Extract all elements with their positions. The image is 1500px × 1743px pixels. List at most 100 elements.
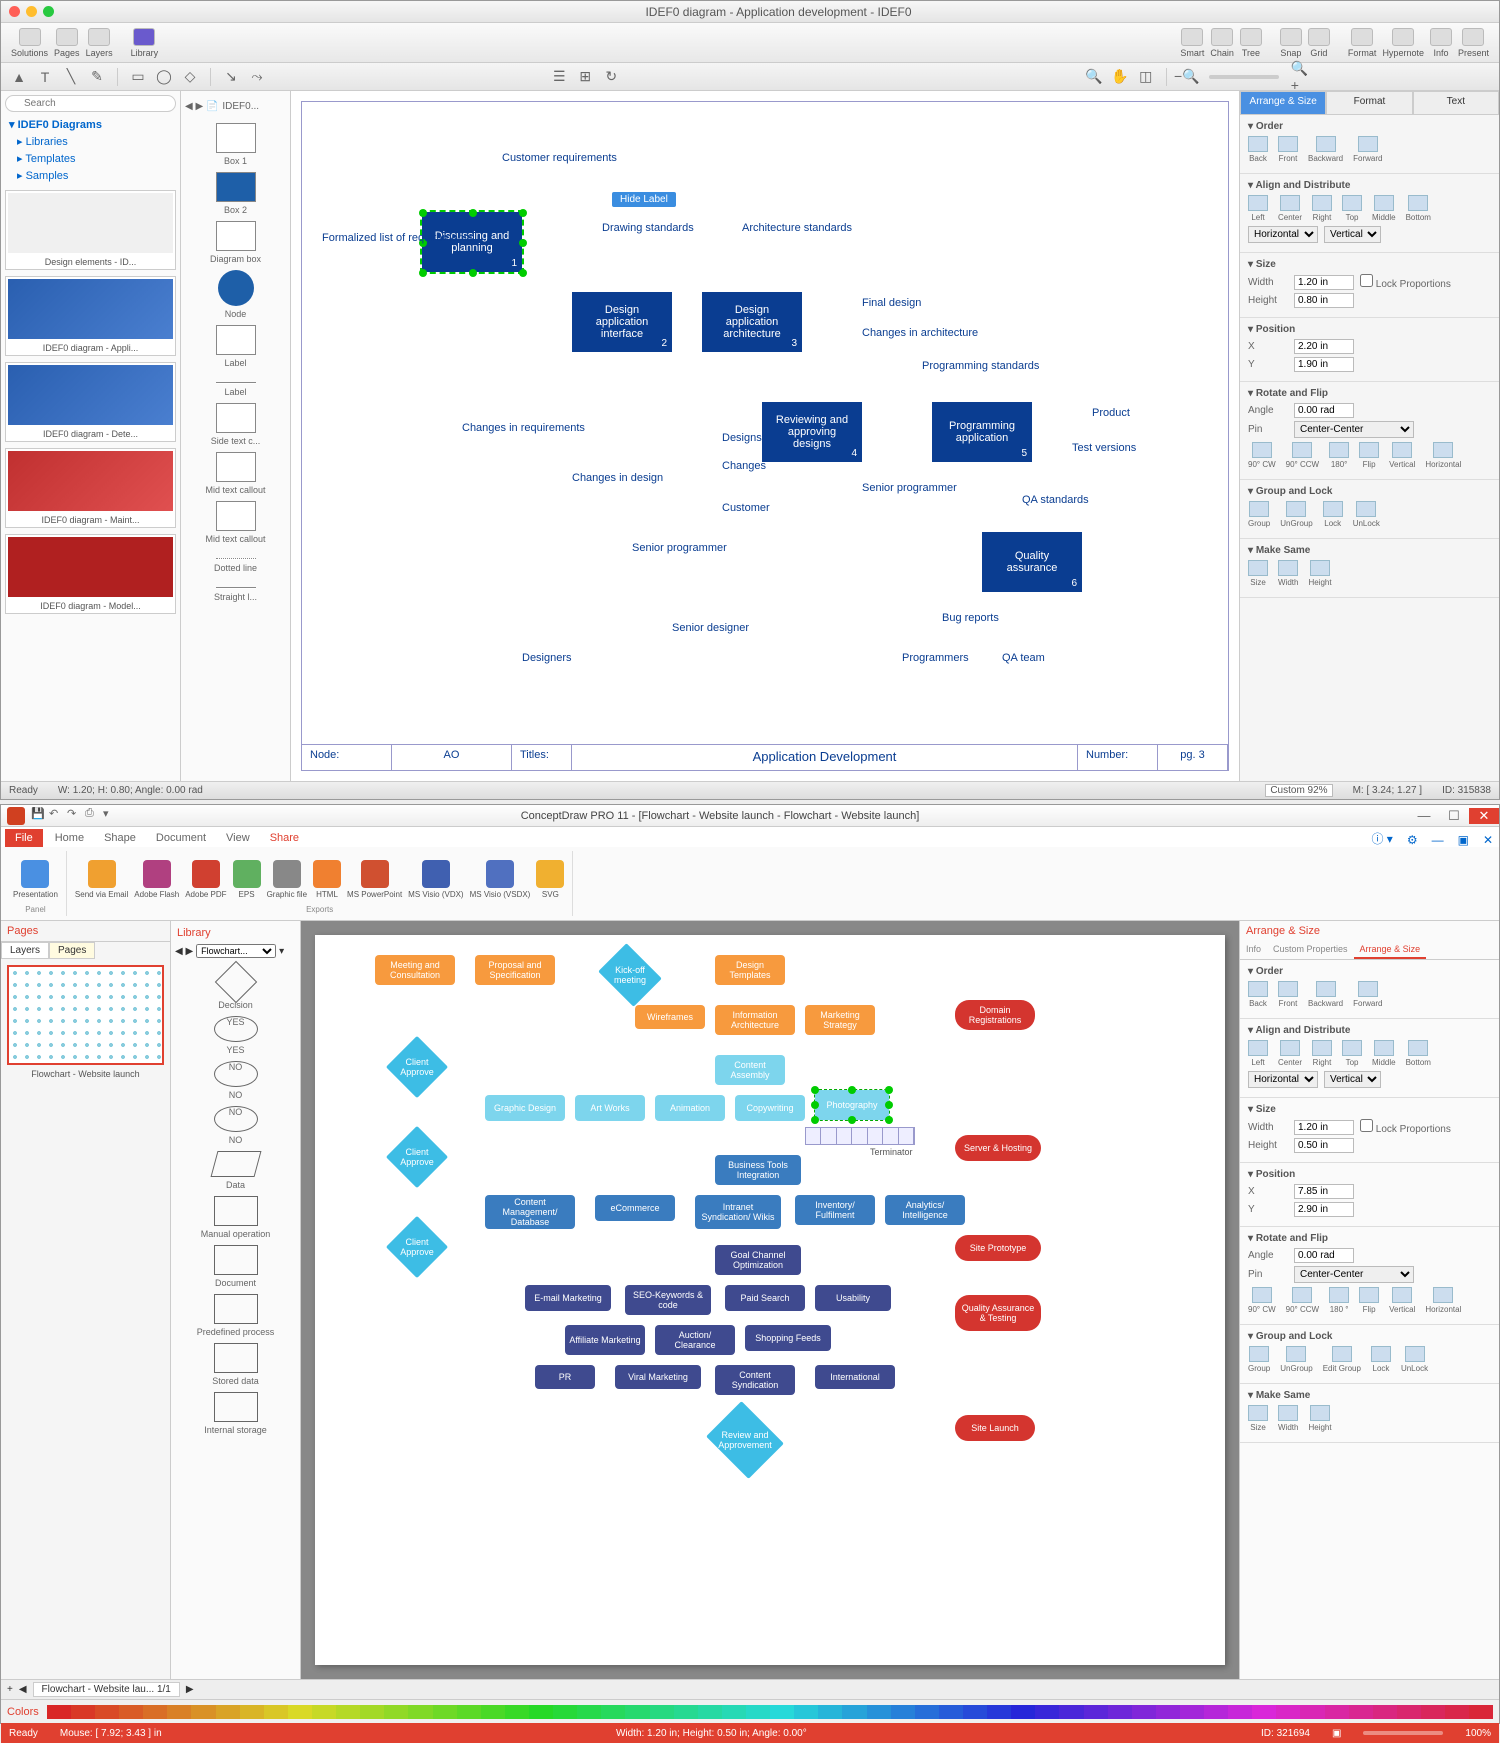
color-swatch[interactable]	[288, 1705, 312, 1719]
color-swatch[interactable]	[47, 1705, 71, 1719]
cmd-left[interactable]: Left	[1248, 195, 1268, 222]
settings-icon[interactable]: ⚙	[1401, 833, 1424, 847]
cmd-back[interactable]: Back	[1248, 136, 1268, 163]
shape-item[interactable]: Box 1	[185, 123, 286, 166]
redo-icon[interactable]: ↷	[67, 807, 81, 821]
color-swatch[interactable]	[264, 1705, 288, 1719]
color-swatch[interactable]	[1300, 1705, 1324, 1719]
page-tab[interactable]: Flowchart - Website lau... 1/1	[33, 1682, 180, 1697]
cmd-size[interactable]: Size	[1248, 560, 1268, 587]
toolbar-hypernote[interactable]: Hypernote	[1382, 28, 1424, 58]
ribbon-ms-visio-vsdx-[interactable]: MS Visio (VSDX)	[470, 860, 531, 899]
cmd-forward[interactable]: Forward	[1353, 136, 1382, 163]
color-swatch[interactable]	[939, 1705, 963, 1719]
cmd--[interactable]: 180 °	[1329, 1287, 1349, 1314]
template-thumb[interactable]: IDEF0 diagram - Model...	[5, 534, 176, 614]
color-swatch[interactable]	[746, 1705, 770, 1719]
height-input[interactable]	[1294, 1138, 1354, 1153]
color-swatch[interactable]	[240, 1705, 264, 1719]
cmd-size[interactable]: Size	[1248, 1405, 1268, 1432]
color-swatch[interactable]	[1373, 1705, 1397, 1719]
color-swatch[interactable]	[119, 1705, 143, 1719]
cmd-height[interactable]: Height	[1308, 560, 1331, 587]
toolbar-grid[interactable]: Grid	[1308, 28, 1330, 58]
color-swatch[interactable]	[867, 1705, 891, 1719]
lib-shape[interactable]: Manual operation	[175, 1196, 296, 1239]
text-icon[interactable]: T	[35, 67, 55, 87]
color-swatch[interactable]	[408, 1705, 432, 1719]
flow-node[interactable]: Site Prototype	[955, 1235, 1041, 1261]
cmd--ccw[interactable]: 90° CCW	[1286, 1287, 1319, 1314]
cmd-flip[interactable]: Flip	[1359, 1287, 1379, 1314]
flow-node[interactable]: Business Tools Integration	[715, 1155, 801, 1185]
lib-shape[interactable]: YESYES	[175, 1016, 296, 1055]
toolbar-chain[interactable]: Chain	[1210, 28, 1234, 58]
dist-h-select[interactable]: Horizontal	[1248, 1071, 1318, 1088]
ribbon-html[interactable]: HTML	[313, 860, 341, 899]
flow-node[interactable]: Shopping Feeds	[745, 1325, 831, 1351]
ribbon-adobe-flash[interactable]: Adobe Flash	[134, 860, 179, 899]
lib-select[interactable]: Flowchart...	[196, 944, 276, 958]
shapes-head[interactable]: ◀ ▶ 📄 IDEF0...	[185, 95, 286, 117]
connector-icon[interactable]: ↘	[221, 67, 241, 87]
tab-text[interactable]: Text	[1413, 91, 1499, 115]
dist-v-select[interactable]: Vertical	[1324, 1071, 1381, 1088]
cmd-lock[interactable]: Lock	[1371, 1346, 1391, 1373]
color-swatch[interactable]	[1084, 1705, 1108, 1719]
canvas[interactable]: Terminator Meeting and ConsultationPropo…	[301, 921, 1239, 1679]
color-swatch[interactable]	[1445, 1705, 1469, 1719]
lib-shape[interactable]: Internal storage	[175, 1392, 296, 1435]
color-swatch[interactable]	[191, 1705, 215, 1719]
shape-item[interactable]: Box 2	[185, 172, 286, 215]
zoom-icon[interactable]	[43, 6, 54, 17]
cmd-ungroup[interactable]: UnGroup	[1280, 1346, 1312, 1373]
flow-node[interactable]: Client Approve	[386, 1216, 448, 1278]
toolbar-present[interactable]: Present	[1458, 28, 1489, 58]
color-swatch[interactable]	[1349, 1705, 1373, 1719]
flow-node[interactable]: Design Templates	[715, 955, 785, 985]
win-rest-icon[interactable]: ▣	[1452, 833, 1475, 847]
cmd-ungroup[interactable]: UnGroup	[1280, 501, 1312, 528]
save-icon[interactable]: 💾	[31, 807, 45, 821]
page-thumbnail[interactable]	[7, 965, 164, 1065]
flow-node[interactable]: Content Syndication	[715, 1365, 795, 1395]
search-input[interactable]	[5, 95, 176, 112]
cmd-back[interactable]: Back	[1248, 981, 1268, 1008]
color-swatch[interactable]	[842, 1705, 866, 1719]
lib-shape[interactable]: Predefined process	[175, 1294, 296, 1337]
color-swatch[interactable]	[71, 1705, 95, 1719]
color-swatch[interactable]	[770, 1705, 794, 1719]
help-icon[interactable]: ⓘ ▾	[1365, 830, 1398, 847]
align-icon[interactable]: ☰	[549, 67, 569, 87]
color-swatch[interactable]	[577, 1705, 601, 1719]
shape-item[interactable]: Label	[185, 382, 286, 397]
pages-tab[interactable]: Pages	[49, 942, 95, 959]
subtab-info[interactable]: Info	[1240, 941, 1267, 959]
idef-box-3[interactable]: Design application architecture3	[702, 292, 802, 352]
ribbon-ms-visio-vdx-[interactable]: MS Visio (VDX)	[408, 860, 463, 899]
flow-node[interactable]: Content Assembly	[715, 1055, 785, 1085]
stroke-icon[interactable]: ◯	[154, 67, 174, 87]
width-input[interactable]	[1294, 275, 1354, 290]
flow-node[interactable]: Information Architecture	[715, 1005, 795, 1035]
color-swatch[interactable]	[1276, 1705, 1300, 1719]
cmd-backward[interactable]: Backward	[1308, 136, 1343, 163]
cmd-middle[interactable]: Middle	[1372, 1040, 1396, 1067]
color-swatch[interactable]	[1469, 1705, 1493, 1719]
cmd-right[interactable]: Right	[1312, 1040, 1332, 1067]
cmd-edit-group[interactable]: Edit Group	[1323, 1346, 1361, 1373]
color-swatch[interactable]	[1252, 1705, 1276, 1719]
height-input[interactable]	[1294, 293, 1354, 308]
maximize-button[interactable]: ☐	[1439, 808, 1469, 824]
print-icon[interactable]: ⎙	[85, 807, 99, 821]
ribbon-ms-powerpoint[interactable]: MS PowerPoint	[347, 860, 402, 899]
toolbar-solutions[interactable]: Solutions	[11, 28, 48, 58]
y-input[interactable]	[1294, 1202, 1354, 1217]
y-input[interactable]	[1294, 357, 1354, 372]
tab-arrange[interactable]: Arrange & Size	[1240, 91, 1326, 115]
cmd-horizontal[interactable]: Horizontal	[1425, 1287, 1461, 1314]
lib-shape[interactable]: NONO	[175, 1061, 296, 1100]
color-swatch[interactable]	[1421, 1705, 1445, 1719]
lock-prop-checkbox[interactable]	[1360, 1119, 1373, 1132]
cmd-group[interactable]: Group	[1248, 1346, 1270, 1373]
